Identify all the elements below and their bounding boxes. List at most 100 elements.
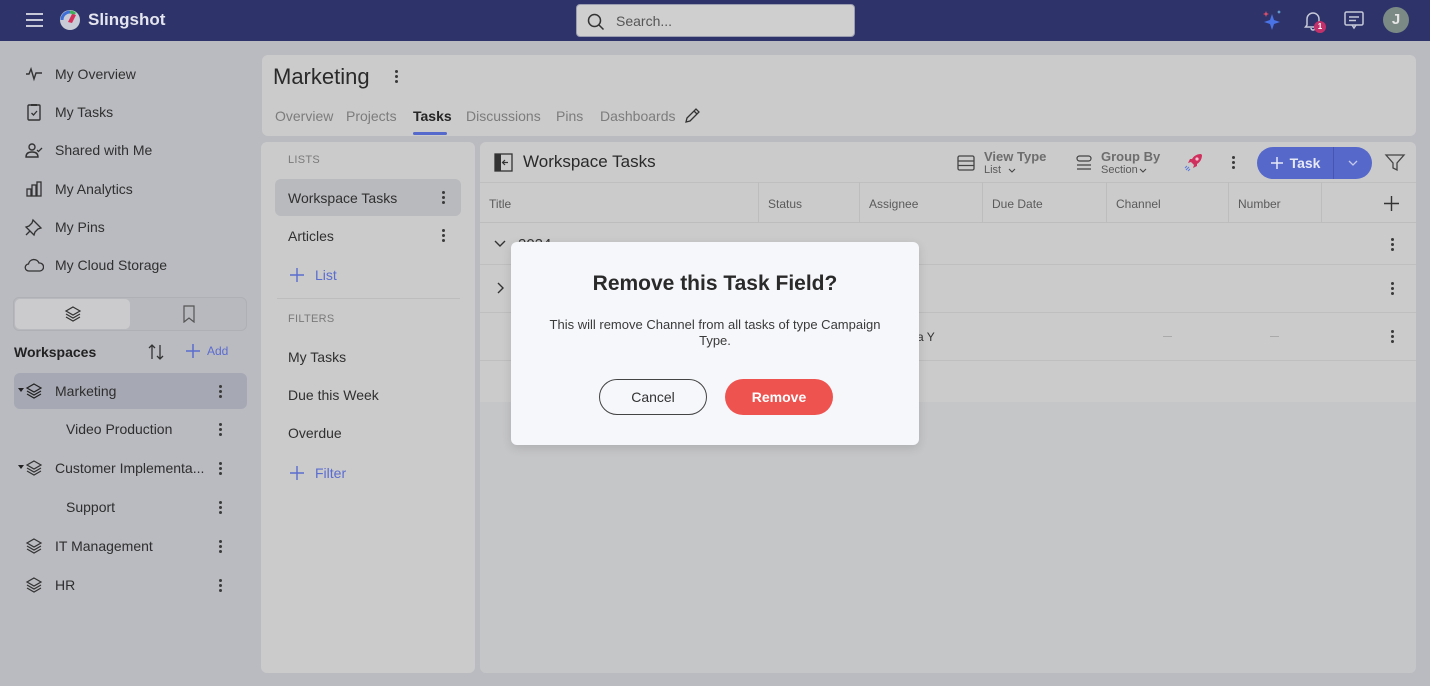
view-type-dropdown[interactable]: View Type List — [957, 149, 1047, 177]
list-title: Workspace Tasks — [523, 152, 656, 171]
toolbar-more-icon[interactable] — [1232, 156, 1235, 169]
sidebar-item-label: My Cloud Storage — [55, 257, 168, 273]
add-task-button[interactable]: Task — [1257, 147, 1333, 179]
assignee-value: a Y — [917, 330, 935, 344]
workspaces-view-tab[interactable] — [15, 299, 130, 329]
filter-item-my-tasks[interactable]: My Tasks — [275, 338, 461, 375]
search-icon — [587, 13, 605, 31]
filter-label: Due this Week — [288, 387, 379, 403]
user-avatar[interactable]: J — [1383, 7, 1409, 33]
more-options-icon[interactable] — [1391, 330, 1394, 343]
add-column-icon[interactable] — [1383, 195, 1400, 212]
column-label: Assignee — [869, 197, 919, 211]
chevron-right-icon[interactable] — [496, 281, 506, 295]
sidebar-item-label: My Overview — [55, 66, 136, 82]
workspace-item-video-production[interactable]: Video Production — [14, 411, 247, 447]
add-list-button[interactable]: List — [289, 267, 337, 283]
user-check-icon — [25, 143, 43, 158]
column-header-title[interactable]: Title — [480, 182, 759, 223]
workspace-label: Marketing — [55, 383, 117, 399]
bar-chart-icon — [26, 181, 42, 197]
filter-icon[interactable] — [1384, 153, 1406, 173]
workspace-label: HR — [55, 577, 76, 593]
sort-icon[interactable] — [146, 342, 166, 362]
expand-caret-icon[interactable] — [18, 465, 24, 469]
workspace-label: IT Management — [55, 538, 153, 554]
chevron-down-icon[interactable] — [493, 239, 507, 249]
sidebar-item-shared-with-me[interactable]: Shared with Me — [24, 139, 152, 161]
cancel-button[interactable]: Cancel — [599, 379, 707, 415]
global-search[interactable] — [576, 4, 855, 37]
column-header-number[interactable]: Number — [1229, 182, 1322, 223]
workspace-label: Support — [66, 499, 116, 515]
notification-badge: 1 — [1314, 21, 1326, 33]
add-workspace-button[interactable]: Add — [185, 343, 228, 359]
search-input[interactable] — [616, 11, 836, 31]
messages-icon[interactable] — [1342, 8, 1366, 32]
workspace-item-hr[interactable]: HR — [14, 567, 247, 603]
sidebar-item-my-pins[interactable]: My Pins — [24, 216, 105, 238]
tasks-toolbar: Workspace Tasks View Type List Group By … — [480, 142, 1416, 182]
list-item-articles[interactable]: Articles — [275, 217, 461, 254]
column-header-channel[interactable]: Channel — [1107, 182, 1229, 223]
more-options-icon[interactable] — [219, 462, 222, 475]
bookmarks-view-tab[interactable] — [132, 299, 246, 329]
more-options-icon[interactable] — [442, 229, 445, 242]
tab-projects[interactable]: Projects — [346, 108, 397, 124]
collapse-panel-icon[interactable] — [494, 153, 513, 172]
workspace-item-support[interactable]: Support — [14, 489, 247, 525]
expand-caret-icon[interactable] — [18, 388, 24, 392]
add-task-dropdown[interactable] — [1334, 147, 1372, 179]
more-options-icon[interactable] — [219, 423, 222, 436]
sidebar-item-my-analytics[interactable]: My Analytics — [24, 178, 133, 200]
sidebar-item-my-overview[interactable]: My Overview — [24, 63, 136, 85]
add-filter-button[interactable]: Filter — [289, 465, 346, 481]
workspace-item-customer-implementation[interactable]: Customer Implementa... — [14, 450, 247, 486]
workspace-item-marketing[interactable]: Marketing — [14, 373, 247, 409]
more-options-icon[interactable] — [442, 191, 445, 204]
ai-sparkle-icon[interactable] — [1260, 8, 1284, 32]
sidebar-item-label: My Tasks — [55, 104, 114, 120]
column-label: Channel — [1116, 197, 1161, 211]
cloud-icon — [24, 258, 44, 272]
lists-panel: LISTS Workspace Tasks Articles List FILT… — [261, 142, 475, 673]
top-bar: Slingshot 1 J — [0, 0, 1430, 41]
tab-tasks[interactable]: Tasks — [413, 108, 452, 124]
workspace-more-icon[interactable] — [395, 70, 398, 83]
menu-icon[interactable] — [26, 13, 43, 27]
brand-name: Slingshot — [88, 10, 166, 29]
more-options-icon[interactable] — [219, 579, 222, 592]
bookmark-icon — [183, 305, 195, 323]
column-label: Due Date — [992, 197, 1043, 211]
filter-item-overdue[interactable]: Overdue — [275, 414, 461, 451]
more-options-icon[interactable] — [1391, 238, 1394, 251]
list-label: Articles — [288, 228, 334, 244]
layers-icon — [25, 460, 43, 476]
sidebar-item-my-cloud-storage[interactable]: My Cloud Storage — [24, 254, 167, 276]
column-header-assignee[interactable]: Assignee — [860, 182, 983, 223]
filter-item-due-this-week[interactable]: Due this Week — [275, 376, 461, 413]
column-header-due-date[interactable]: Due Date — [983, 182, 1107, 223]
column-label: Number — [1238, 197, 1281, 211]
tab-pins[interactable]: Pins — [556, 108, 583, 124]
column-label: Status — [768, 197, 803, 211]
rocket-icon[interactable] — [1183, 151, 1205, 173]
more-options-icon[interactable] — [219, 501, 222, 514]
group-by-icon — [1076, 155, 1092, 170]
edit-pencil-icon[interactable] — [683, 107, 701, 125]
column-header-status[interactable]: Status — [759, 182, 860, 223]
column-header-add — [1322, 182, 1416, 223]
more-options-icon[interactable] — [219, 540, 222, 553]
chevron-down-icon — [1139, 168, 1147, 173]
remove-button[interactable]: Remove — [725, 379, 833, 415]
tab-dashboards[interactable]: Dashboards — [600, 108, 676, 124]
workspace-item-it-management[interactable]: IT Management — [14, 528, 247, 564]
more-options-icon[interactable] — [219, 385, 222, 398]
group-by-dropdown[interactable]: Group By Section — [1075, 149, 1165, 177]
list-item-workspace-tasks[interactable]: Workspace Tasks — [275, 179, 461, 216]
add-filter-label: Filter — [315, 465, 347, 481]
sidebar-item-my-tasks[interactable]: My Tasks — [24, 101, 113, 123]
more-options-icon[interactable] — [1391, 282, 1394, 295]
tab-overview[interactable]: Overview — [275, 108, 333, 124]
tab-discussions[interactable]: Discussions — [466, 108, 541, 124]
